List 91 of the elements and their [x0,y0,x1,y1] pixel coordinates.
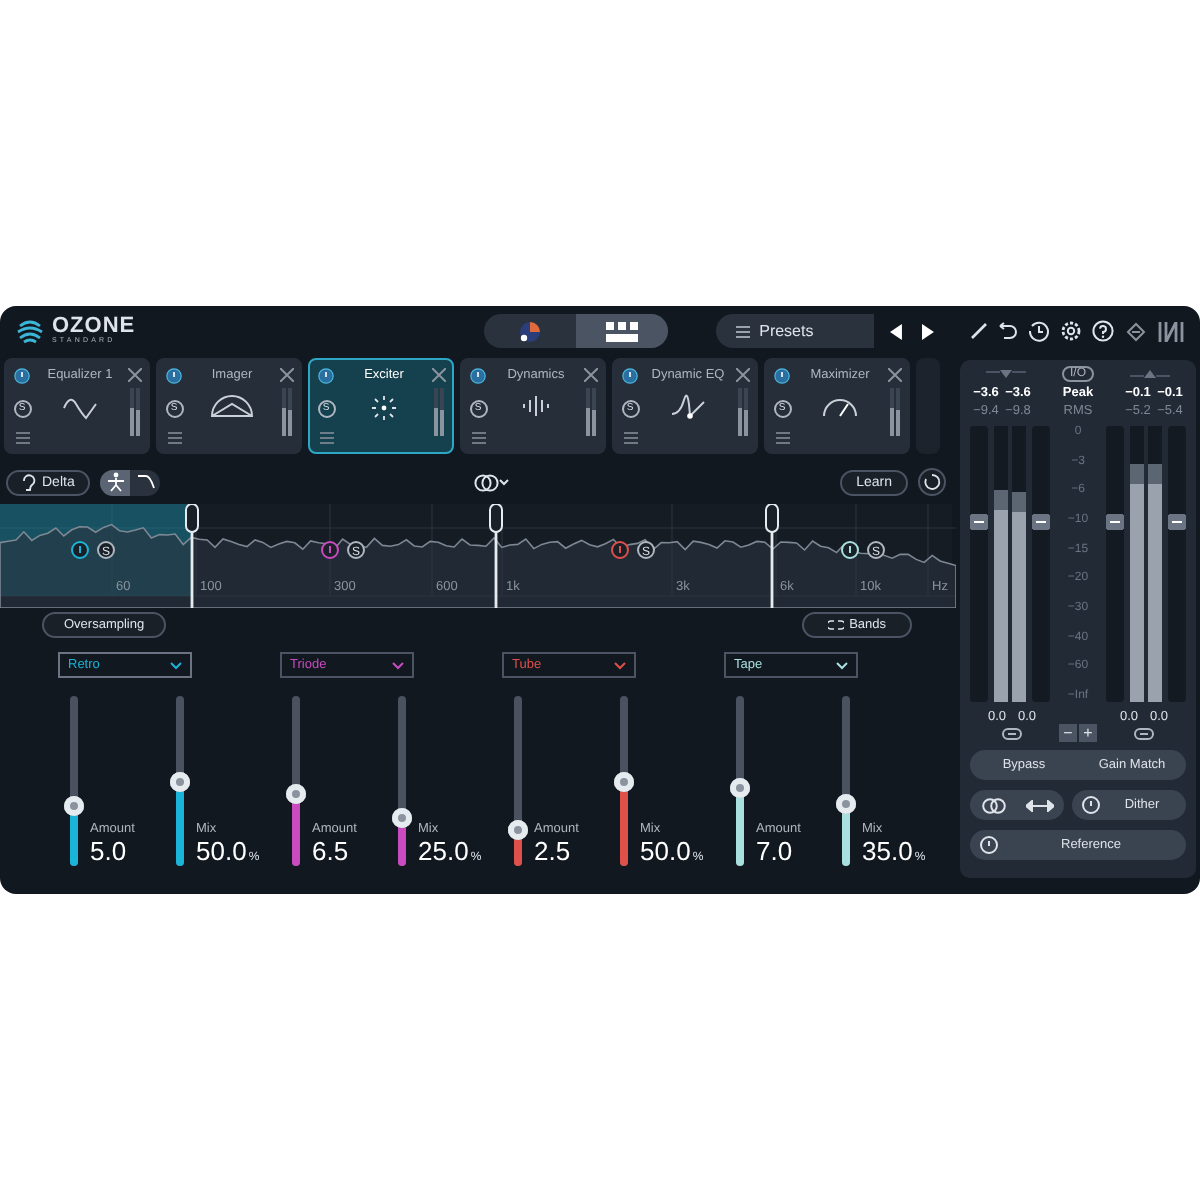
parameter-value: 2.5 [534,836,573,866]
crossover-handle[interactable] [489,504,503,608]
overlapping-circles-icon [979,797,1008,813]
parameter-value: 7.0 [756,836,795,866]
parameter-value: 35.0 [862,836,913,866]
close-icon[interactable] [888,368,902,382]
ear-icon [22,473,36,491]
list-icon[interactable] [471,432,485,444]
level-meter-icon [282,388,292,436]
output-marker-icon [1129,370,1170,378]
level-meter-icon [434,388,444,436]
band-power-icon[interactable] [71,541,89,559]
undo-icon[interactable] [998,322,1018,340]
curve-icon [135,472,156,492]
pencil-icon[interactable] [970,322,988,340]
parameter-value: 5.0 [90,836,129,866]
amount-slider[interactable] [730,696,750,866]
settings-icon[interactable] [1060,320,1082,342]
parameter-value: 25.0 [418,836,469,866]
close-icon[interactable] [280,368,294,382]
sparkle-icon [368,394,400,422]
list-icon[interactable] [167,432,181,444]
power-icon [1082,796,1100,814]
minus-button[interactable]: − [1059,724,1077,742]
modules-view-button[interactable] [575,314,668,348]
gain-fader[interactable] [1032,426,1050,702]
parameter-value: 6.5 [312,836,351,866]
double-arrow-icon [1026,799,1055,811]
power-icon[interactable] [774,368,790,384]
gain-fader[interactable] [1168,426,1186,702]
power-icon[interactable] [470,368,486,384]
help-icon[interactable] [1092,320,1114,342]
figure-mode-button[interactable] [100,469,131,495]
crossover-handle[interactable] [185,504,199,608]
figure-icon [105,472,126,492]
gauge-icon [822,394,858,418]
link-icon[interactable] [1002,728,1022,740]
logo-icon [16,317,44,345]
list-icon[interactable] [775,432,789,444]
gain-fader[interactable] [1106,426,1124,702]
chevron-down-icon [836,661,848,669]
close-icon[interactable] [736,368,750,382]
curve-node-icon [670,394,706,422]
semicircle-icon [210,394,254,418]
previous-preset-icon[interactable] [890,323,903,339]
close-icon[interactable] [128,368,142,382]
list-icon [735,325,750,337]
logo-icon [1158,321,1184,341]
amount-slider[interactable] [508,696,528,866]
presets-menu[interactable]: Presets [715,314,875,348]
power-icon[interactable] [166,368,182,384]
power-icon[interactable] [622,368,638,384]
stereo-link-dropdown[interactable] [474,473,511,491]
grid-icon [605,321,638,341]
product-name: OZONE [52,316,136,339]
link-icon[interactable] [1134,728,1154,740]
link-icon [827,620,844,630]
power-icon [980,836,998,854]
list-icon[interactable] [623,432,637,444]
chevron-down-icon [392,661,404,669]
logo-icon [1124,319,1148,343]
wave-curve-icon [62,394,98,422]
level-meter-icon [586,388,596,436]
level-meter-icon [890,388,900,436]
close-icon[interactable] [432,368,446,382]
circle-icon [518,319,543,343]
plus-button[interactable]: + [1079,724,1097,742]
mix-slider[interactable] [392,696,412,866]
chevron-down-icon [614,661,626,669]
amount-slider[interactable] [64,696,84,866]
next-preset-icon[interactable] [922,323,934,339]
close-icon[interactable] [584,368,598,382]
mix-slider[interactable] [614,696,634,866]
level-meter-icon [738,388,748,436]
amount-slider[interactable] [286,696,306,866]
chevron-down-icon [170,661,182,669]
gain-fader[interactable] [970,426,988,702]
power-icon[interactable] [318,368,334,384]
level-meter-icon [130,388,140,436]
list-icon[interactable] [319,432,333,444]
parameter-value: 50.0 [196,836,247,866]
crossover-handle[interactable] [765,504,779,608]
list-icon[interactable] [15,432,29,444]
power-icon[interactable] [14,368,30,384]
input-marker-icon [986,370,1026,378]
bars-icon [522,394,550,418]
parameter-value: 50.0 [640,836,691,866]
history-icon[interactable] [1028,320,1050,342]
mix-slider[interactable] [836,696,856,866]
refresh-icon[interactable] [918,468,946,496]
mix-slider[interactable] [170,696,190,866]
